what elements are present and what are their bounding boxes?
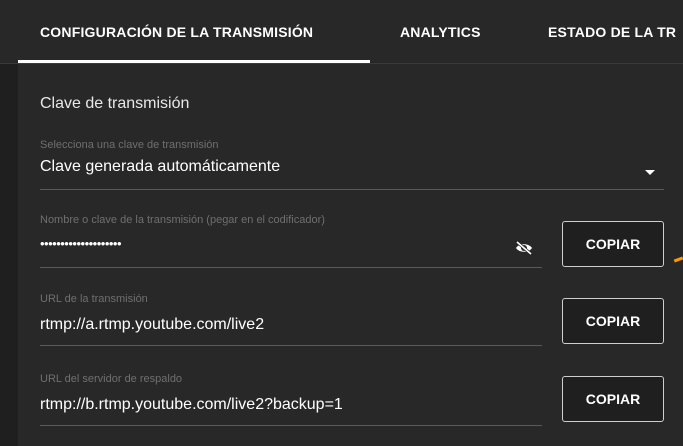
eye-off-icon[interactable] xyxy=(514,240,534,256)
copy-stream-key-button[interactable]: COPIAR xyxy=(562,221,664,267)
stream-url-underline xyxy=(40,345,542,346)
stream-key-select-label: Selecciona una clave de transmisión xyxy=(40,139,219,151)
copy-backup-url-button[interactable]: COPIAR xyxy=(562,376,664,422)
tab-stream-health[interactable]: ESTADO DE LA TR xyxy=(548,0,676,64)
stream-key-label: Nombre o clave de la transmisión (pegar … xyxy=(40,214,325,226)
tab-bar: CONFIGURACIÓN DE LA TRANSMISIÓN ANALYTIC… xyxy=(0,0,683,64)
backup-url-underline xyxy=(40,425,542,426)
backup-url-label: URL del servidor de respaldo xyxy=(40,373,183,385)
active-tab-indicator xyxy=(18,60,370,63)
copy-stream-url-button[interactable]: COPIAR xyxy=(562,298,664,344)
stream-url-label: URL de la transmisión xyxy=(40,293,148,305)
section-title: Clave de transmisión xyxy=(40,95,190,112)
backup-url-value[interactable]: rtmp://b.rtmp.youtube.com/live2?backup=1 xyxy=(40,396,343,414)
tab-stream-settings[interactable]: CONFIGURACIÓN DE LA TRANSMISIÓN xyxy=(40,0,313,64)
stream-key-select-value[interactable]: Clave generada automáticamente xyxy=(40,158,280,176)
dropdown-arrow-icon[interactable] xyxy=(645,170,655,175)
stream-key-value[interactable]: •••••••••••••••••••• xyxy=(40,236,122,251)
tab-analytics[interactable]: ANALYTICS xyxy=(400,0,481,64)
stream-key-underline xyxy=(40,267,542,268)
stream-url-value[interactable]: rtmp://a.rtmp.youtube.com/live2 xyxy=(40,316,264,334)
stream-key-select-underline xyxy=(40,189,664,190)
